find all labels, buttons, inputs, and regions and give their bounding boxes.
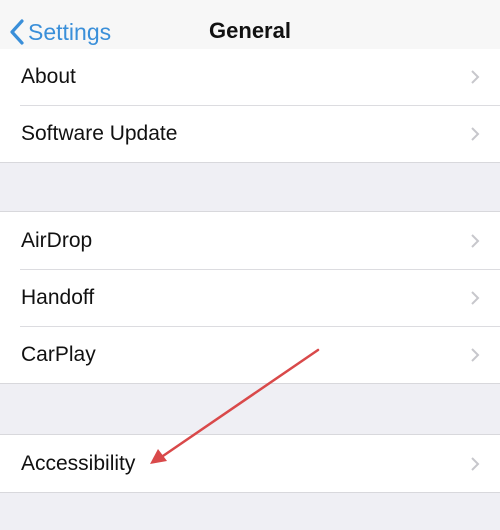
chevron-right-icon — [471, 70, 480, 84]
list-item-label: About — [21, 65, 76, 88]
list-item-label: CarPlay — [21, 342, 96, 366]
list-item-handoff[interactable]: Handoff — [0, 269, 500, 326]
list-item-accessibility[interactable]: Accessibility — [0, 435, 500, 492]
list-item-label: Software Update — [21, 121, 178, 145]
page-title: General — [209, 18, 291, 43]
chevron-right-icon — [471, 456, 480, 471]
chevron-right-icon — [471, 233, 480, 248]
list-item-about[interactable]: About — [0, 49, 500, 105]
settings-group-connectivity: AirDrop Handoff CarPlay — [0, 211, 500, 384]
list-item-label: AirDrop — [21, 228, 93, 252]
chevron-right-icon — [471, 126, 480, 141]
list-item-airdrop[interactable]: AirDrop — [0, 212, 500, 269]
list-item-carplay[interactable]: CarPlay — [0, 326, 500, 383]
list-item-label: Handoff — [21, 285, 95, 309]
settings-group-accessibility: Accessibility — [0, 434, 500, 493]
settings-group-about: About Software Update — [0, 49, 500, 163]
chevron-right-icon — [471, 347, 480, 362]
chevron-right-icon — [471, 290, 480, 305]
list-item-software-update[interactable]: Software Update — [0, 105, 500, 162]
list-item-label: Accessibility — [21, 451, 136, 475]
